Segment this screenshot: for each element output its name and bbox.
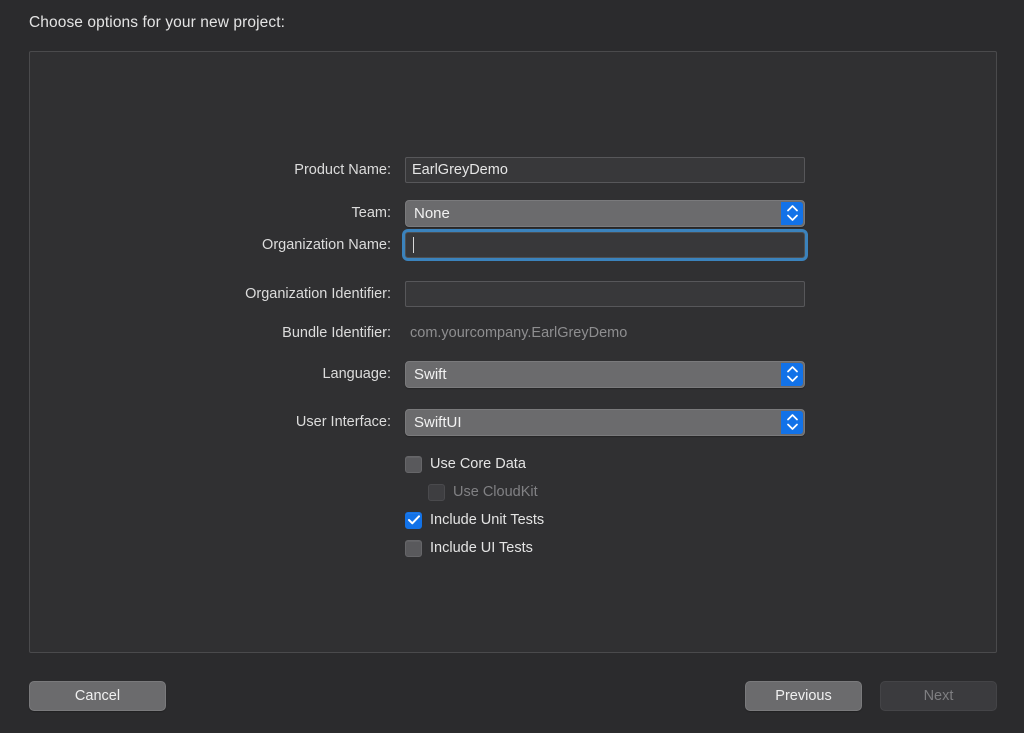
form-row: Team: None (30, 199, 996, 227)
form-row: Language: Swift (30, 360, 996, 388)
field-control-wrap: com.yourcompany.EarlGreyDemo (405, 320, 805, 346)
checkbox-box-icon (428, 483, 445, 501)
field-control-wrap: EarlGreyDemo (405, 157, 805, 183)
field-label: Team: (351, 205, 392, 221)
popup-button[interactable]: None (405, 199, 805, 227)
popup-button-value: SwiftUI (414, 413, 462, 431)
field-control-wrap: Swift (405, 360, 805, 388)
form-row: Bundle Identifier: com.yourcompany.EarlGr… (30, 320, 996, 346)
field-control-wrap (405, 281, 805, 307)
form-row: Organization Identifier: (30, 281, 996, 307)
text-input[interactable] (405, 232, 805, 258)
text-input-value: EarlGreyDemo (412, 162, 508, 178)
field-control-wrap (405, 232, 805, 258)
checkbox-label: Use CloudKit (453, 484, 538, 500)
checkbox-label: Include Unit Tests (430, 512, 545, 528)
checkbox-use-cloudkit: Use CloudKit (428, 481, 538, 503)
checkmark-icon (405, 511, 422, 529)
popup-button-value: Swift (414, 365, 447, 383)
options-content-panel: Product Name: EarlGreyDemo Team: None Organi… (29, 51, 997, 653)
checkbox-box-icon (405, 455, 422, 473)
field-label: Organization Identifier: (245, 286, 391, 302)
bundle-identifier-value: com.yourcompany.EarlGreyDemo (410, 325, 628, 341)
field-label: Product Name: (294, 162, 391, 178)
text-cursor (413, 237, 414, 253)
popup-button-value: None (414, 204, 450, 222)
checkbox-include-ui-tests[interactable]: Include UI Tests (405, 537, 533, 559)
previous-button[interactable]: Previous (745, 681, 862, 711)
field-label: Organization Name: (262, 237, 391, 253)
checkbox-use-core-data[interactable]: Use Core Data (405, 453, 526, 475)
checkbox-label: Include UI Tests (430, 540, 533, 556)
chevron-up-down-icon[interactable] (781, 201, 803, 225)
field-control-wrap: None (405, 199, 805, 227)
form-row: Product Name: EarlGreyDemo (30, 157, 996, 183)
popup-button[interactable]: Swift (405, 360, 805, 388)
checkbox-box-icon (405, 539, 422, 557)
popup-button[interactable]: SwiftUI (405, 408, 805, 436)
field-control-wrap: SwiftUI (405, 408, 805, 436)
field-label: Bundle Identifier: (282, 325, 391, 341)
next-button[interactable]: Next (880, 681, 997, 711)
cancel-button[interactable]: Cancel (29, 681, 166, 711)
field-label: Language: (322, 366, 391, 382)
text-input[interactable]: EarlGreyDemo (405, 157, 805, 183)
form-row: Organization Name: (30, 232, 996, 258)
field-label: User Interface: (295, 414, 391, 430)
checkbox-label: Use Core Data (430, 456, 526, 472)
chevron-up-down-icon[interactable] (781, 362, 803, 386)
text-input[interactable] (405, 281, 805, 307)
checkbox-include-unit-tests[interactable]: Include Unit Tests (405, 509, 544, 531)
new-project-options-dialog: Choose options for your new project: Pro… (0, 0, 1024, 733)
chevron-up-down-icon[interactable] (781, 410, 803, 434)
page-title: Choose options for your new project: (29, 14, 286, 31)
form-row: User Interface: SwiftUI (30, 408, 996, 436)
